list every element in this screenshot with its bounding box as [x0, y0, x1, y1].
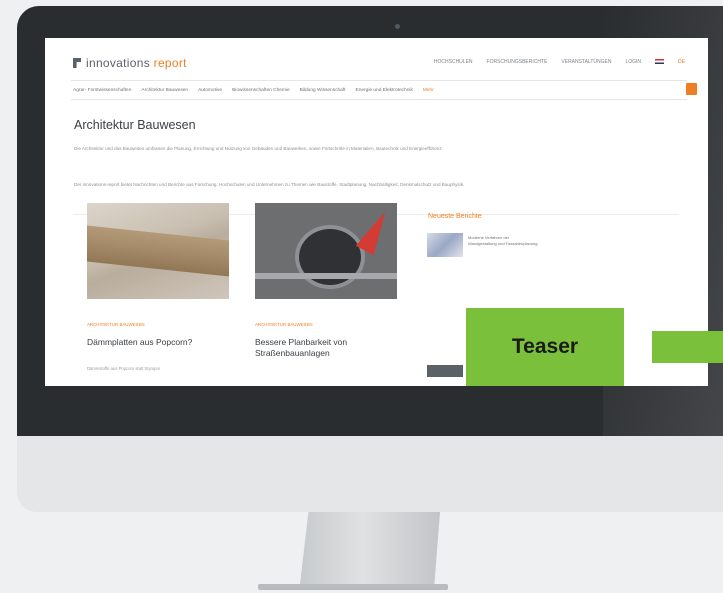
teaser-label: Teaser — [511, 335, 579, 358]
main-nav: Agrar- Forstwissenschaften Architektur B… — [71, 80, 697, 100]
toplink-research[interactable]: FORSCHUNGSBERICHTE — [487, 59, 548, 65]
toplink-login[interactable]: LOGIN — [625, 59, 641, 65]
top-links: HOCHSCHULEN FORSCHUNGSBERICHTE VERANSTAL… — [434, 59, 685, 65]
monitor-stand — [300, 512, 440, 584]
nav-item-automotive[interactable]: Automotive — [198, 88, 222, 93]
nav-item-agriculture[interactable]: Agrar- Forstwissenschaften — [73, 88, 131, 93]
sidebar-item-title[interactable]: Moderne Verfahren der Wandgestaltung und… — [468, 235, 538, 247]
toplink-universities[interactable]: HOCHSCHULEN — [434, 59, 473, 65]
logo-accent-text: report — [153, 56, 187, 70]
article-category[interactable]: ARCHITEKTUR BAUWESEN — [255, 322, 313, 327]
monitor-chin — [17, 436, 723, 512]
language-switch[interactable]: DE — [678, 59, 685, 65]
intro-paragraph-2: Der innovations-report bietet Nachrichte… — [74, 182, 465, 187]
intro-paragraph-1: Die Architektur und das Bauwesen umfasse… — [74, 146, 443, 151]
sidebar-heading: Neueste Berichte — [428, 213, 482, 220]
article-teaser-text: Dämmstoffe aus Popcorn statt Styropor — [87, 366, 161, 371]
article-image-test-rig[interactable] — [255, 203, 397, 299]
teaser-arrow-bar — [652, 331, 723, 363]
flag-icon[interactable] — [655, 59, 665, 64]
rig-red-arm — [355, 206, 395, 256]
rig-bar — [255, 273, 397, 279]
page-title: Architektur Bauwesen — [74, 118, 196, 132]
toplink-events[interactable]: VERANSTALTUNGEN — [561, 59, 611, 65]
sidebar-thumbnail[interactable] — [427, 365, 463, 377]
article-image-popcorn-board[interactable] — [87, 203, 229, 299]
site-logo[interactable]: innovations report — [73, 56, 187, 70]
camera-dot — [395, 24, 400, 29]
nav-item-architecture[interactable]: Architektur Bauwesen — [141, 88, 188, 93]
board-shape — [87, 225, 229, 277]
nav-item-education[interactable]: Bildung Wissenschaft — [300, 88, 346, 93]
search-icon[interactable] — [686, 83, 697, 95]
article-title[interactable]: Dämmplatten aus Popcorn? — [87, 337, 227, 348]
rig-wheel — [295, 225, 365, 289]
nav-item-more[interactable]: Mehr — [423, 88, 434, 93]
logo-icon — [73, 58, 81, 68]
logo-text: innovations — [86, 56, 151, 70]
article-category[interactable]: ARCHITEKTUR BAUWESEN — [87, 322, 145, 327]
monitor-base — [258, 584, 448, 590]
article-title[interactable]: Bessere Planbarkeit von Straßenbauanlage… — [255, 337, 395, 359]
teaser-label-box: Teaser — [466, 308, 624, 386]
sidebar-thumbnail[interactable] — [427, 233, 463, 257]
nav-item-energy[interactable]: Energie und Elektrotechnik — [356, 88, 413, 93]
site-header: innovations report HOCHSCHULEN FORSCHUNG… — [73, 56, 685, 72]
nav-item-life-sciences[interactable]: Biowissenschaften Chemie — [232, 88, 290, 93]
